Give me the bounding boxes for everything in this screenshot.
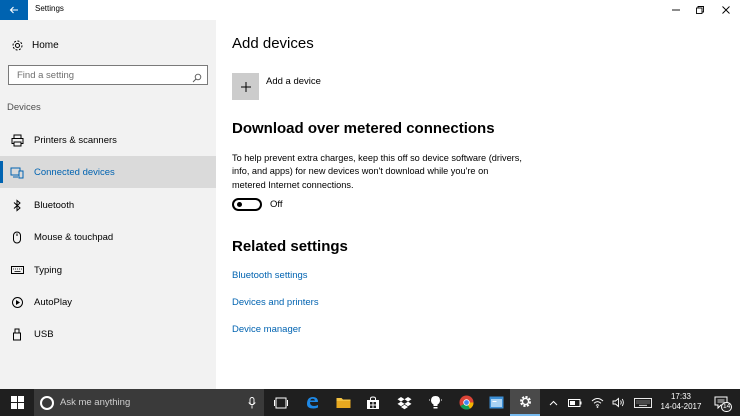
sidebar-item-usb[interactable]: USB	[0, 318, 216, 350]
battery-button[interactable]	[566, 389, 584, 416]
mouse-icon	[10, 230, 24, 244]
back-button[interactable]	[0, 0, 28, 20]
metered-toggle-row: Off	[232, 198, 283, 211]
sidebar-item-typing[interactable]: Typing	[0, 254, 216, 286]
main-content: Add devices Add a device Download over m…	[216, 20, 740, 389]
related-settings-heading: Related settings	[232, 238, 348, 255]
network-button[interactable]	[588, 389, 606, 416]
sidebar-item-home[interactable]: Home	[0, 34, 216, 56]
close-icon	[722, 6, 730, 14]
windows-logo-icon	[10, 396, 24, 409]
metered-description: To help prevent extra charges, keep this…	[232, 153, 522, 190]
restore-icon	[696, 6, 704, 14]
sidebar-item-autoplay[interactable]: AutoPlay	[0, 286, 216, 318]
gear-icon	[10, 38, 24, 52]
back-arrow-icon	[9, 6, 18, 14]
bluetooth-icon	[10, 198, 24, 212]
plus-icon	[232, 73, 259, 100]
bluetooth-settings-link[interactable]: Bluetooth settings	[232, 270, 308, 281]
show-hidden-icons-button[interactable]	[546, 389, 560, 416]
taskbar-search[interactable]: Ask me anything	[34, 389, 264, 416]
edge-icon	[306, 397, 318, 409]
sidebar-item-label: Home	[32, 39, 59, 51]
cortana-icon	[40, 395, 54, 410]
chevron-up-icon	[549, 400, 557, 405]
sidebar-item-label: Typing	[34, 264, 62, 276]
add-device-label: Add a device	[266, 76, 321, 87]
sidebar: Home Devices Printers & scanners	[0, 20, 216, 389]
chrome-icon	[459, 395, 474, 410]
autoplay-icon	[10, 295, 24, 309]
sidebar-item-mouse[interactable]: Mouse & touchpad	[0, 221, 216, 253]
device-manager-link[interactable]: Device manager	[232, 324, 301, 335]
usb-icon	[10, 327, 24, 341]
taskbar-file-explorer[interactable]	[328, 389, 358, 416]
add-devices-heading: Add devices	[232, 35, 314, 52]
sidebar-item-label: Printers & scanners	[34, 134, 117, 146]
search-icon[interactable]	[192, 70, 202, 88]
battery-icon	[568, 398, 582, 407]
dropbox-icon	[397, 396, 411, 409]
taskbar-chrome[interactable]	[451, 389, 481, 416]
taskbar-settings[interactable]	[510, 389, 540, 416]
speaker-icon	[612, 397, 624, 408]
connected-devices-icon	[10, 165, 24, 179]
search-box[interactable]	[8, 65, 208, 85]
folder-icon	[336, 398, 350, 408]
taskbar-app-window[interactable]	[481, 389, 511, 416]
printer-icon	[10, 133, 24, 147]
add-device-button[interactable]: Add a device	[232, 73, 321, 100]
keyboard-icon	[10, 263, 24, 277]
devices-and-printers-link[interactable]: Devices and printers	[232, 297, 319, 308]
touch-keyboard-button[interactable]	[631, 389, 655, 416]
taskbar: Ask me anything 17:33 14-04-2017 14	[0, 389, 740, 416]
taskbar-edge[interactable]	[297, 389, 327, 416]
taskbar-clock[interactable]: 17:33 14-04-2017	[660, 392, 702, 412]
sidebar-item-printers[interactable]: Printers & scanners	[0, 124, 216, 156]
app-window-icon	[489, 396, 503, 409]
window-title: Settings	[35, 4, 64, 13]
taskbar-search-text: Ask me anything	[60, 397, 131, 408]
sidebar-item-label: Mouse & touchpad	[34, 231, 114, 243]
sidebar-item-label: Bluetooth	[34, 199, 75, 211]
metered-toggle[interactable]	[232, 198, 262, 211]
wifi-icon	[591, 398, 603, 408]
action-center-button[interactable]: 14	[706, 389, 736, 416]
clock-time: 17:33	[670, 392, 692, 401]
section-label: Devices	[7, 102, 41, 113]
title-bar: Settings	[0, 0, 740, 20]
settings-gear-icon	[519, 396, 531, 407]
restore-button[interactable]	[686, 0, 714, 20]
sidebar-item-label: AutoPlay	[34, 296, 73, 308]
sidebar-item-label: Connected devices	[34, 166, 115, 178]
search-input[interactable]	[17, 69, 187, 81]
start-button[interactable]	[0, 389, 34, 416]
taskbar-dropbox[interactable]	[389, 389, 419, 416]
lightbulb-icon	[428, 396, 442, 409]
task-view-icon	[274, 397, 288, 408]
metered-heading: Download over metered connections	[232, 120, 495, 137]
task-view-button[interactable]	[266, 389, 296, 416]
close-button[interactable]	[712, 0, 740, 20]
keyboard-icon	[634, 397, 652, 408]
metered-toggle-state: Off	[270, 199, 283, 210]
taskbar-store[interactable]	[358, 389, 388, 416]
sidebar-item-connected-devices[interactable]: Connected devices	[0, 156, 216, 188]
volume-button[interactable]	[609, 389, 627, 416]
sidebar-item-label: USB	[34, 328, 54, 340]
clock-date: 14-04-2017	[660, 402, 702, 411]
sidebar-item-bluetooth[interactable]: Bluetooth	[0, 189, 216, 221]
minimize-icon	[672, 9, 680, 11]
taskbar-tips[interactable]	[420, 389, 450, 416]
microphone-icon[interactable]	[248, 396, 256, 414]
store-icon	[367, 395, 379, 409]
toggle-knob	[237, 202, 242, 207]
notification-badge: 14	[721, 402, 733, 412]
